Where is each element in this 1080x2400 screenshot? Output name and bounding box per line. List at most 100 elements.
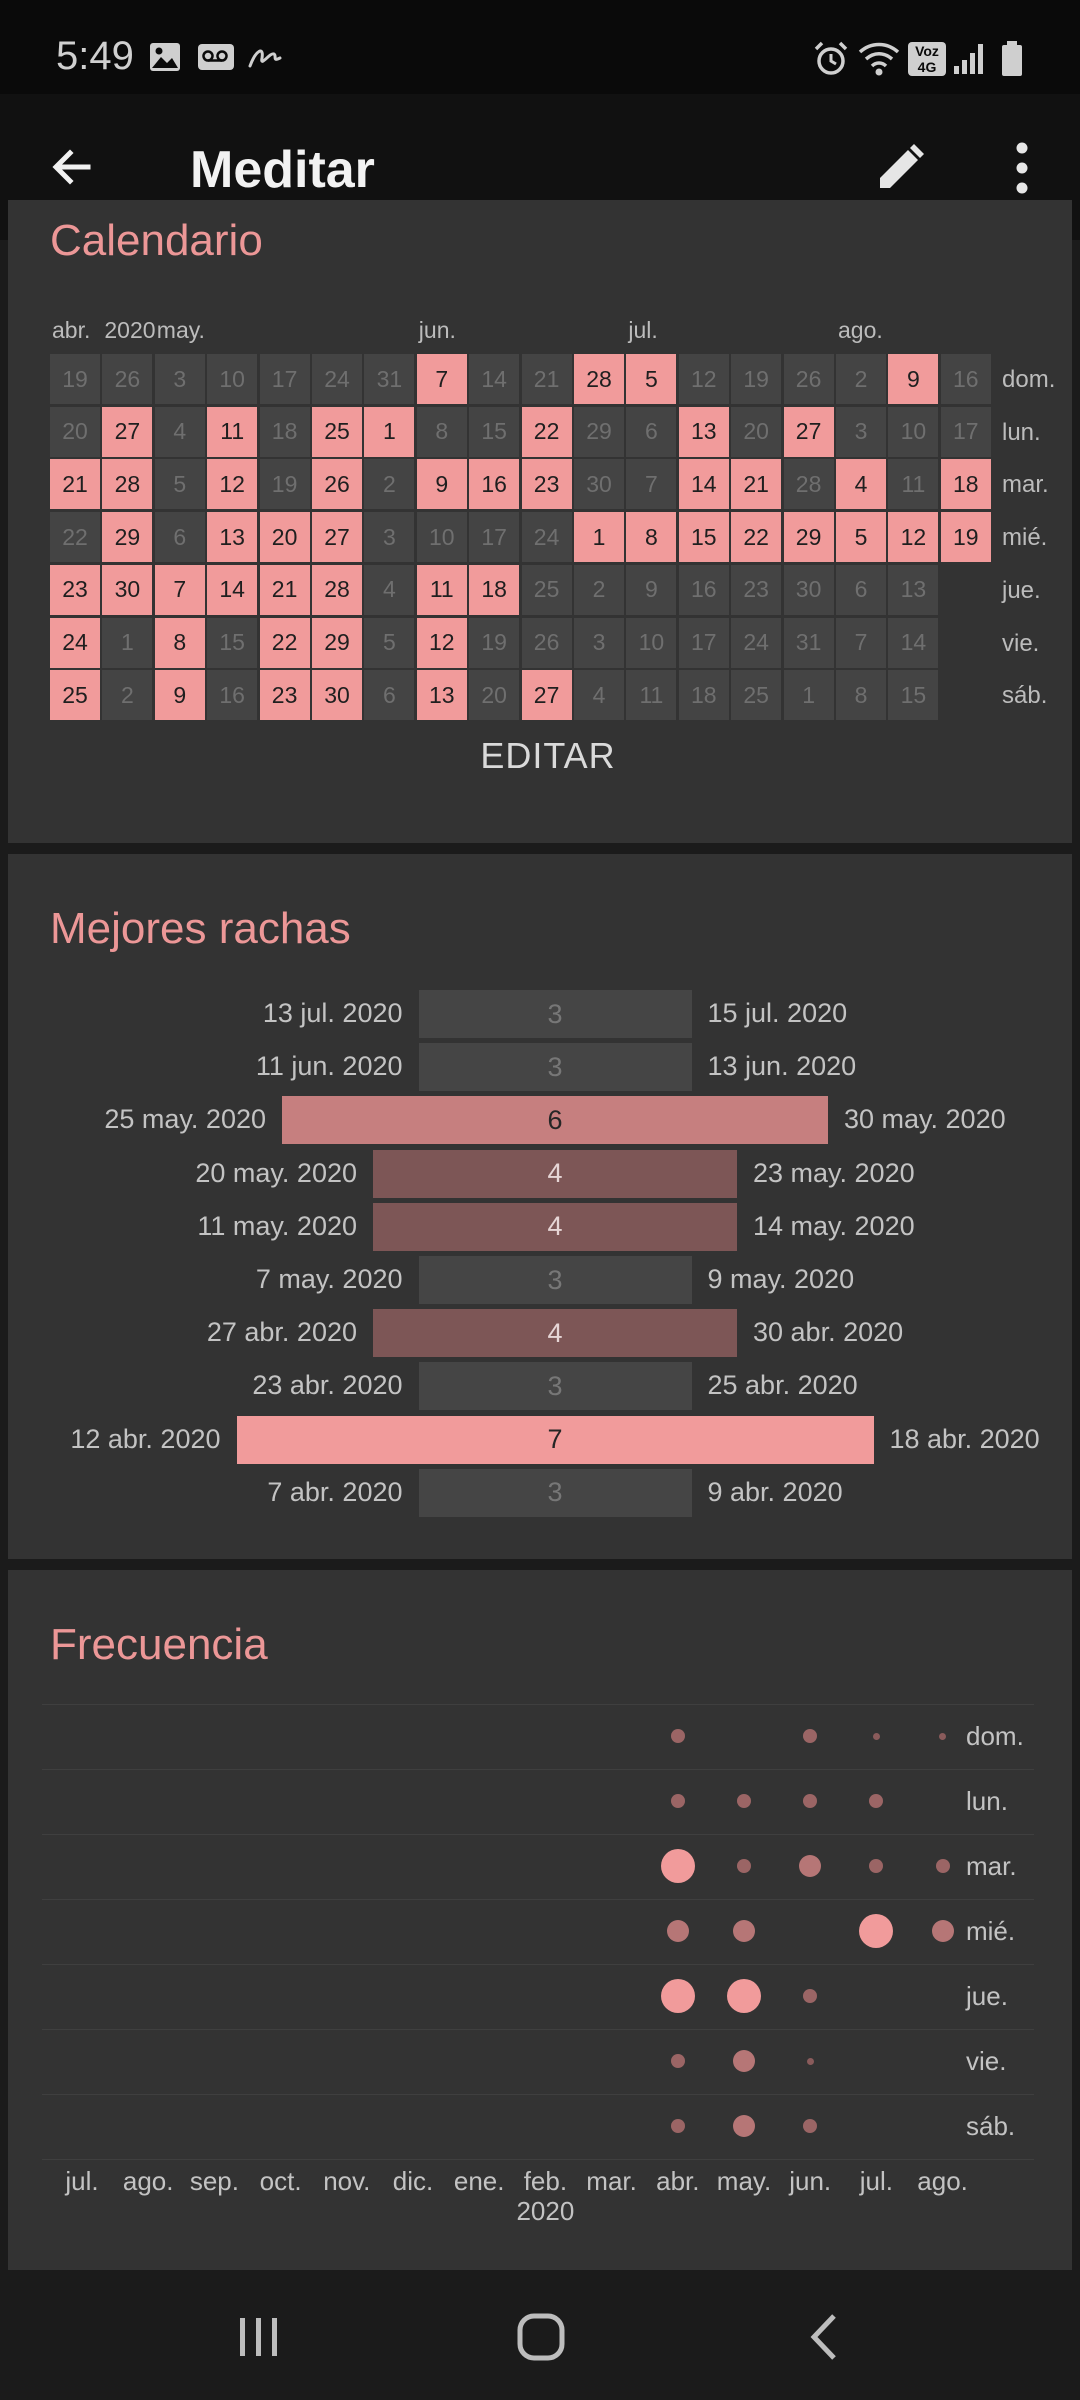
calendar-day-active[interactable]: 7 [154,564,205,615]
calendar-day[interactable]: 8 [836,670,886,721]
calendar-day[interactable]: 2 [102,670,153,721]
calendar-day-active[interactable]: 16 [469,459,520,510]
calendar-day[interactable]: 18 [259,406,310,457]
calendar-day-active[interactable]: 30 [102,564,153,615]
calendar-day-active[interactable]: 14 [207,564,258,615]
calendar-day-active[interactable]: 23 [50,564,100,615]
calendar-day[interactable]: 19 [50,354,100,404]
calendar-day-active[interactable]: 25 [50,670,100,721]
calendar-day-active[interactable]: 9 [888,354,939,404]
calendar-day[interactable]: 11 [888,459,939,510]
calendar-day[interactable]: 17 [259,354,310,404]
calendar-day-active[interactable]: 29 [783,512,834,563]
calendar-day-active[interactable]: 28 [102,459,153,510]
calendar-day[interactable]: 24 [312,354,362,404]
calendar-day-active[interactable]: 13 [416,670,467,721]
recent-apps-icon[interactable] [236,2314,282,2360]
calendar-day[interactable]: 1 [102,617,153,668]
calendar-day-active[interactable]: 21 [50,459,100,510]
calendar-day-active[interactable]: 23 [521,459,572,510]
calendar-day[interactable]: 29 [574,406,624,457]
calendar-day-active[interactable]: 22 [731,512,782,563]
more-vert-icon[interactable] [1010,140,1034,196]
calendar-day[interactable]: 12 [678,354,729,404]
calendar-day-active[interactable]: 11 [416,564,467,615]
calendar-day-active[interactable]: 4 [836,459,886,510]
calendar-day[interactable]: 11 [626,670,677,721]
calendar-day-active[interactable]: 11 [207,406,258,457]
edit-button[interactable]: EDITAR [428,720,668,792]
calendar-day[interactable]: 14 [469,354,520,404]
calendar-day-active[interactable]: 12 [888,512,939,563]
calendar-day[interactable]: 22 [50,512,100,563]
calendar-day[interactable]: 1 [783,670,834,721]
calendar-day-active[interactable]: 18 [469,564,520,615]
calendar-day[interactable]: 24 [731,617,782,668]
calendar-day-active[interactable]: 8 [626,512,677,563]
calendar-day[interactable]: 20 [469,670,520,721]
calendar-day[interactable]: 25 [731,670,782,721]
calendar-day-active[interactable]: 7 [416,354,467,404]
calendar-day[interactable]: 26 [102,354,153,404]
calendar-day-active[interactable]: 13 [678,406,729,457]
calendar-day-active[interactable]: 12 [207,459,258,510]
calendar-day[interactable]: 26 [521,617,572,668]
calendar-day[interactable]: 5 [154,459,205,510]
home-icon[interactable] [516,2312,566,2362]
arrow-left-icon[interactable] [48,143,96,191]
calendar-day[interactable]: 6 [364,670,415,721]
calendar-day[interactable]: 4 [154,406,205,457]
calendar-day-active[interactable]: 28 [574,354,624,404]
calendar-day-active[interactable]: 23 [259,670,310,721]
calendar-day-active[interactable]: 1 [364,406,415,457]
calendar-day-active[interactable]: 26 [312,459,362,510]
calendar-day[interactable]: 30 [574,459,624,510]
calendar-day[interactable]: 9 [626,564,677,615]
calendar-day[interactable]: 23 [731,564,782,615]
calendar-day[interactable]: 19 [731,354,782,404]
calendar-day-active[interactable]: 22 [521,406,572,457]
calendar-day[interactable]: 7 [836,617,886,668]
calendar-day-active[interactable]: 30 [312,670,362,721]
calendar-day-active[interactable]: 9 [416,459,467,510]
calendar-day[interactable]: 2 [574,564,624,615]
calendar-day[interactable]: 3 [836,406,886,457]
calendar-day[interactable]: 7 [626,459,677,510]
calendar-day-active[interactable]: 19 [940,512,991,563]
calendar-day[interactable]: 17 [940,406,991,457]
calendar-day[interactable]: 16 [678,564,729,615]
calendar-day-active[interactable]: 25 [312,406,362,457]
calendar-day[interactable]: 5 [364,617,415,668]
calendar-day[interactable]: 4 [364,564,415,615]
calendar-day-active[interactable]: 28 [312,564,362,615]
pencil-icon[interactable] [874,142,926,194]
calendar-day-active[interactable]: 14 [678,459,729,510]
calendar-day[interactable]: 14 [888,617,939,668]
calendar-day[interactable]: 19 [259,459,310,510]
calendar-day-active[interactable]: 5 [626,354,677,404]
calendar-day-active[interactable]: 29 [312,617,362,668]
calendar-day[interactable]: 20 [731,406,782,457]
calendar-day[interactable]: 3 [154,354,205,404]
calendar-day[interactable]: 6 [154,512,205,563]
calendar-day[interactable]: 24 [521,512,572,563]
calendar-day-active[interactable]: 18 [940,459,991,510]
calendar-day-active[interactable]: 12 [416,617,467,668]
calendar-day[interactable]: 31 [783,617,834,668]
calendar-day-active[interactable]: 13 [207,512,258,563]
calendar-day-active[interactable]: 20 [259,512,310,563]
calendar-day[interactable]: 15 [207,617,258,668]
calendar-day-active[interactable]: 27 [102,406,153,457]
calendar-day[interactable]: 31 [364,354,415,404]
calendar-day[interactable]: 10 [626,617,677,668]
calendar-day-active[interactable]: 27 [312,512,362,563]
calendar-day-active[interactable]: 15 [678,512,729,563]
calendar-day[interactable]: 2 [364,459,415,510]
calendar-day[interactable]: 3 [364,512,415,563]
calendar-day[interactable]: 19 [469,617,520,668]
calendar-day[interactable]: 6 [836,564,886,615]
calendar-day[interactable]: 13 [888,564,939,615]
calendar-day[interactable]: 3 [574,617,624,668]
calendar-day-active[interactable]: 21 [259,564,310,615]
calendar-day-active[interactable]: 8 [154,617,205,668]
